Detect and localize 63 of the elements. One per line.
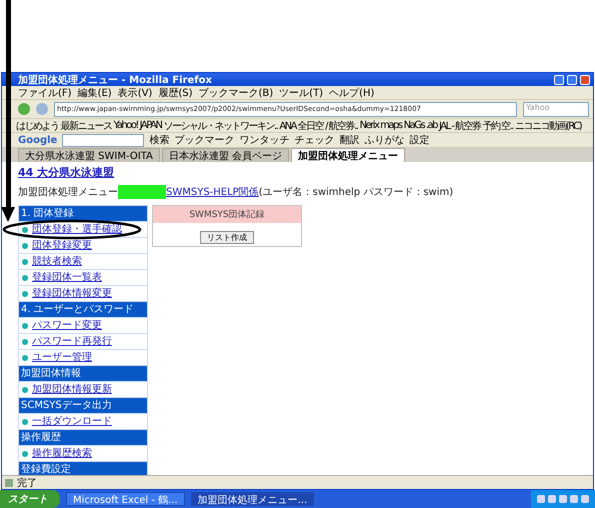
status-icon xyxy=(5,478,13,486)
maximize-icon[interactable] xyxy=(567,74,577,84)
toolbar-item[interactable]: ブックマーク xyxy=(174,133,234,147)
toolbar-item[interactable]: 検索 xyxy=(149,133,170,147)
bookmark-link[interactable]: Yahoo! JAPAN xyxy=(114,120,162,131)
sidebar-heading: 登録費設定 xyxy=(19,462,147,475)
menu-item[interactable]: 表示(V) xyxy=(118,86,152,99)
browser-tab[interactable]: 日本水泳連盟 会員ページ xyxy=(162,148,290,162)
menu-item[interactable]: ヘルプ(H) xyxy=(329,86,374,99)
highlight-badge xyxy=(118,185,166,199)
menu-item[interactable]: 編集(E) xyxy=(78,86,112,99)
browser-tab[interactable]: 加盟団体処理メニュー xyxy=(291,148,406,162)
bookmark-link[interactable]: ソーシャル・ネットワーキン.. xyxy=(163,119,278,132)
bookmark-link[interactable]: JAL - 航空券 予約 空.. xyxy=(439,119,513,132)
minimize-icon[interactable] xyxy=(554,74,564,84)
login-note: (ユーザ名：swimhelp パスワード：swim) xyxy=(258,186,454,199)
menu-item[interactable]: 履歴(S) xyxy=(158,86,192,99)
toolbar-item[interactable]: 翻訳 xyxy=(339,133,360,147)
toolbar-item[interactable]: ワンタッチ xyxy=(239,133,290,147)
sidebar-heading: 4. ユーザーとパスワード xyxy=(19,302,147,317)
menu-title: 加盟団体処理メニュー xyxy=(18,186,118,199)
bookmark-link[interactable]: はじめよう xyxy=(16,119,58,132)
toolbar-item[interactable]: ふりがな xyxy=(364,133,404,147)
bookmark-link[interactable]: / 航空券.. xyxy=(325,119,358,132)
sidebar-heading: 加盟団体情報 xyxy=(19,366,147,381)
sidebar-heading: SCMSYSデータ出力 xyxy=(19,398,147,413)
bullet-icon xyxy=(22,242,28,248)
bookmark-link[interactable]: NaGs .ab xyxy=(404,120,438,131)
menu-item[interactable]: ツール(T) xyxy=(279,86,324,99)
bullet-icon xyxy=(22,450,28,456)
taskbar-button[interactable]: Microsoft Excel - 鶴... xyxy=(66,492,185,506)
bookmark-link[interactable]: ニコニコ動画(RC) xyxy=(514,119,582,132)
create-list-button[interactable]: リスト作成 xyxy=(200,231,254,244)
menu-item[interactable]: ファイル(F) xyxy=(18,86,72,99)
toolbar-search-field[interactable] xyxy=(62,134,144,146)
close-icon[interactable] xyxy=(580,74,590,84)
browser-tab[interactable]: 大分県水泳連盟 SWIM-OITA xyxy=(18,148,160,162)
bookmark-link[interactable]: 最新ニュース xyxy=(60,119,112,132)
panel-title: SWMSYS団体記録 xyxy=(153,206,301,223)
bullet-icon xyxy=(22,322,28,328)
bullet-icon xyxy=(22,386,28,392)
system-tray xyxy=(531,490,595,508)
sidebar-heading: 操作履歴 xyxy=(19,430,147,445)
status-text: 完了 xyxy=(17,476,37,490)
taskbar-button[interactable]: 加盟団体処理メニュー... xyxy=(190,492,314,506)
bullet-icon xyxy=(22,354,28,360)
toolbar-logo: Google xyxy=(18,134,58,146)
toolbar-item[interactable]: チェック xyxy=(294,133,334,147)
sidebar-heading: 1. 団体登録 xyxy=(19,206,147,221)
bullet-icon xyxy=(22,338,28,344)
bookmark-link[interactable]: Nerix maps xyxy=(360,120,402,131)
help-link[interactable]: SWMSYS-HELP関係 xyxy=(166,185,259,199)
bullet-icon xyxy=(22,226,28,232)
toolbar-item[interactable]: 設定 xyxy=(409,133,430,147)
bookmark-link[interactable]: ANA 全日空 xyxy=(279,119,324,132)
menu-item[interactable]: ブックマーク(B) xyxy=(198,86,274,99)
bullet-icon xyxy=(22,290,28,296)
bullet-icon xyxy=(22,418,28,424)
bullet-icon xyxy=(22,274,28,280)
start-button[interactable]: スタート xyxy=(0,490,60,508)
bullet-icon xyxy=(22,258,28,264)
window-title: 加盟団体処理メニュー - Mozilla Firefox xyxy=(18,74,213,86)
site-link[interactable]: 44 大分県水泳連盟 xyxy=(18,166,583,179)
